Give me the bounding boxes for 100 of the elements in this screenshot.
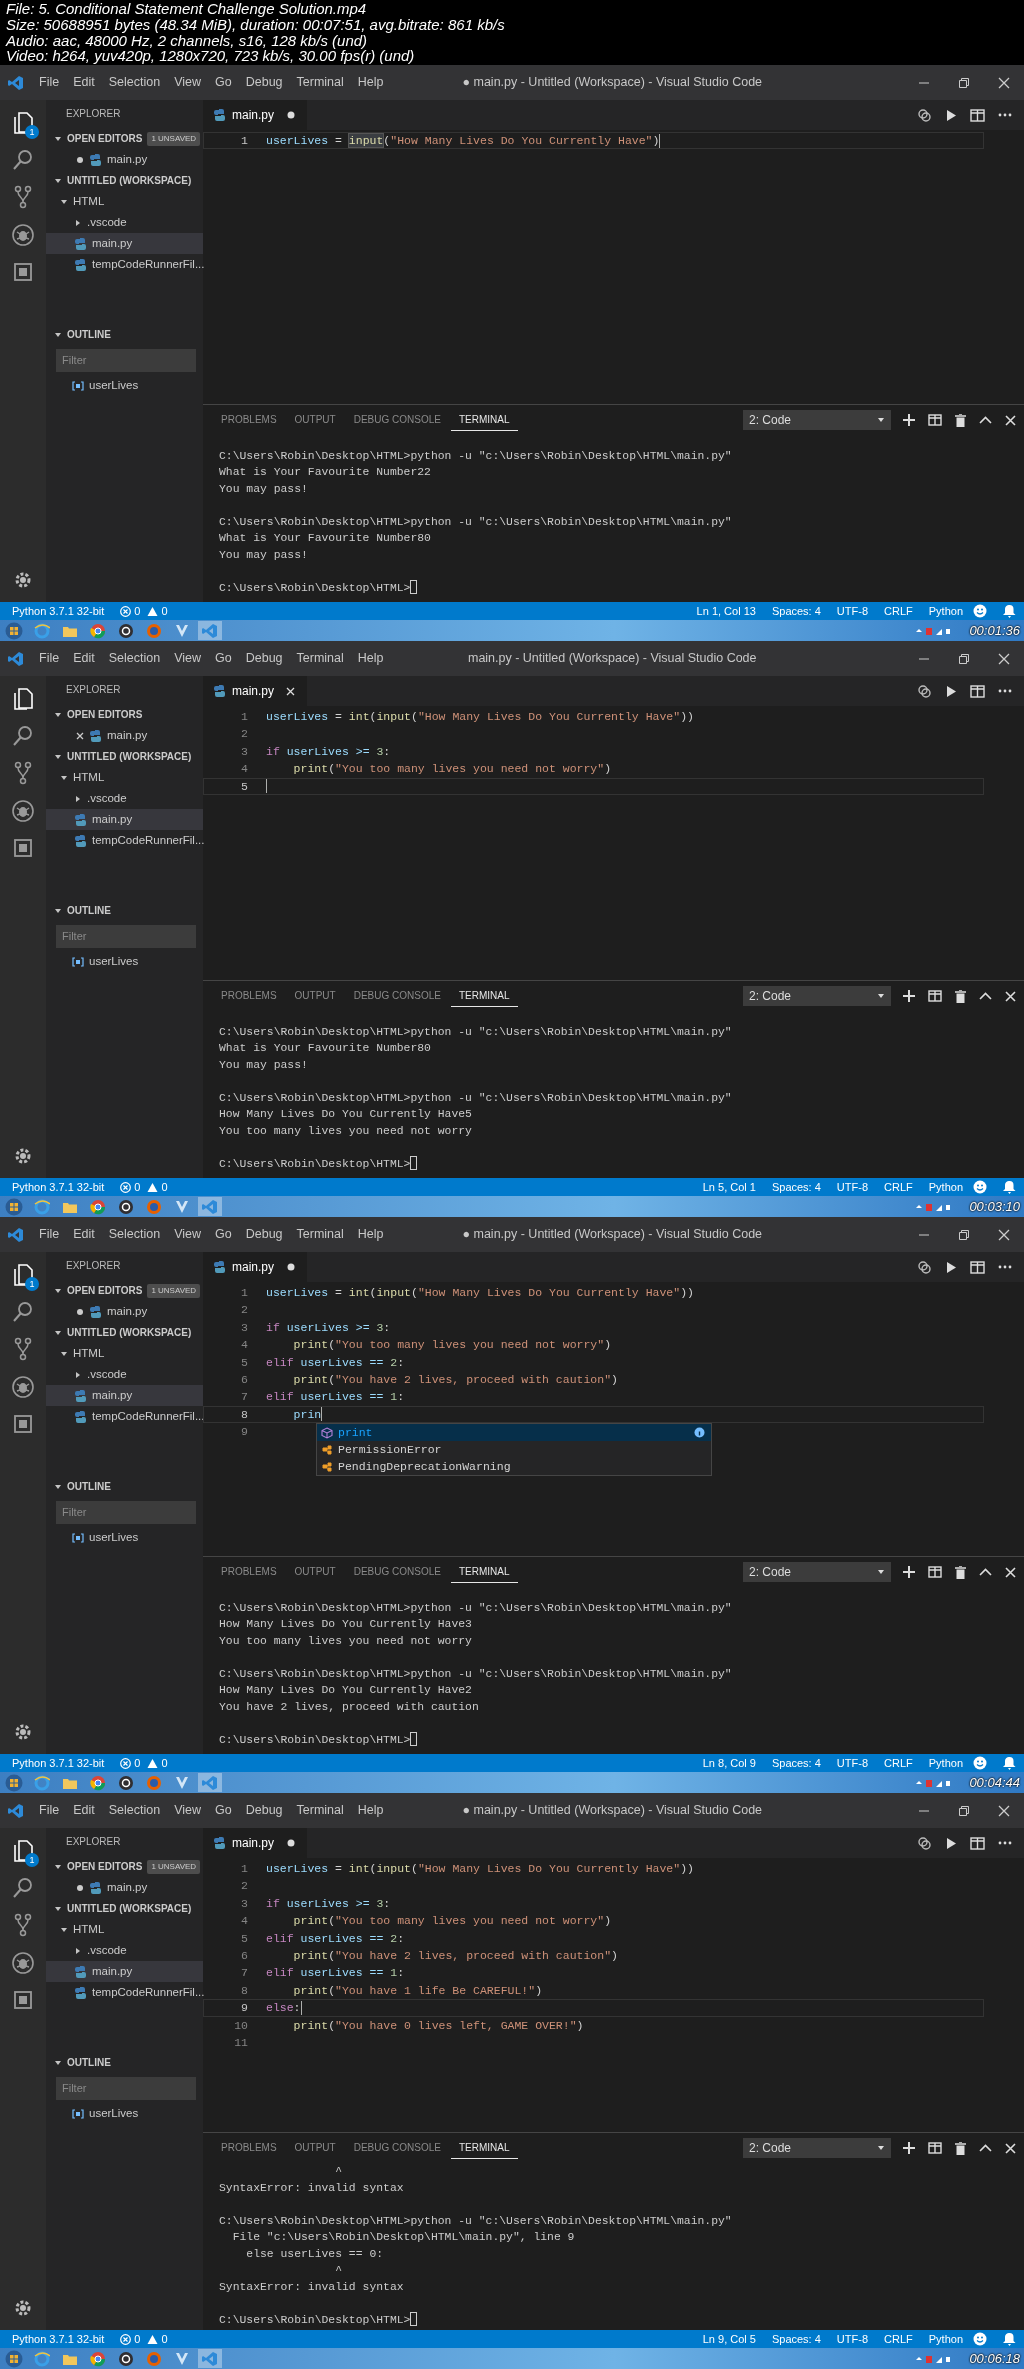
search-icon[interactable]	[12, 724, 34, 747]
problems-indicator[interactable]: 0 0	[114, 2330, 174, 2348]
run-icon[interactable]	[945, 1260, 957, 1274]
editor-tab[interactable]: main.py	[203, 1252, 307, 1282]
section-header[interactable]: OPEN EDITORS 1 UNSAVED	[46, 1856, 203, 1877]
recorder-icon[interactable]	[118, 1774, 134, 1791]
menu-item[interactable]: Help	[350, 1799, 391, 1822]
panel-tab[interactable]: TERMINAL	[450, 985, 518, 1007]
tree-item[interactable]: main.py	[46, 1961, 203, 1982]
panel-tab[interactable]: TERMINAL	[450, 1561, 518, 1583]
split-editor-icon[interactable]	[970, 1260, 985, 1274]
app-logo-icon[interactable]	[8, 1802, 24, 1819]
status-item[interactable]: Spaces: 4	[765, 2330, 827, 2348]
tree-item[interactable]: .vscode	[46, 1364, 203, 1385]
panel-tab[interactable]: TERMINAL	[450, 409, 518, 431]
app-icon[interactable]	[174, 2350, 190, 2367]
smiley-icon[interactable]	[973, 1180, 987, 1194]
editor-tab[interactable]: main.py	[203, 676, 307, 706]
app-logo-icon[interactable]	[8, 650, 24, 667]
menu-item[interactable]: Terminal	[289, 1223, 351, 1246]
chevron-up-icon[interactable]	[979, 1568, 992, 1576]
split-editor-icon[interactable]	[970, 684, 985, 698]
menu-item[interactable]: Terminal	[289, 71, 351, 94]
smiley-icon[interactable]	[973, 2332, 987, 2346]
tree-item[interactable]: .vscode	[46, 1940, 203, 1961]
restore-icon[interactable]	[958, 652, 970, 665]
status-item[interactable]: Ln 8, Col 9	[696, 1754, 762, 1772]
menu-item[interactable]: Selection	[101, 647, 168, 670]
panel-tab[interactable]: DEBUG CONSOLE	[345, 1561, 449, 1583]
more-icon[interactable]	[998, 1265, 1012, 1269]
section-header[interactable]: UNTITLED (WORKSPACE)	[46, 170, 203, 191]
editor-tab[interactable]: main.py	[203, 100, 307, 130]
close-icon[interactable]	[1005, 1566, 1016, 1578]
menu-item[interactable]: View	[167, 1223, 208, 1246]
status-item[interactable]: Python	[922, 602, 969, 620]
status-item[interactable]: Python	[922, 1178, 969, 1196]
files-icon[interactable]	[12, 686, 34, 711]
panel-tab[interactable]: DEBUG CONSOLE	[345, 985, 449, 1007]
tree-item[interactable]: HTML	[46, 1343, 203, 1364]
open-editor-item[interactable]: main.py	[46, 1301, 203, 1322]
terminal-select[interactable]: 2: Code	[743, 410, 891, 430]
open-editor-item[interactable]: main.py	[46, 149, 203, 170]
suggestion-item[interactable]: print	[317, 1424, 711, 1442]
restore-icon[interactable]	[958, 76, 970, 89]
section-header[interactable]: UNTITLED (WORKSPACE)	[46, 1322, 203, 1343]
settings-icon[interactable]	[13, 2298, 33, 2318]
section-header[interactable]: UNTITLED (WORKSPACE)	[46, 746, 203, 767]
terminal-select[interactable]: 2: Code	[743, 1562, 891, 1582]
close-icon[interactable]	[998, 1804, 1010, 1817]
smiley-icon[interactable]	[973, 604, 987, 618]
menu-item[interactable]: Help	[350, 647, 391, 670]
trash-icon[interactable]	[955, 989, 966, 1003]
status-item[interactable]: Ln 1, Col 13	[690, 602, 762, 620]
compare-icon[interactable]	[917, 107, 932, 123]
bug-icon[interactable]	[11, 222, 35, 247]
menu-item[interactable]: Help	[350, 71, 391, 94]
menu-item[interactable]: Selection	[101, 1223, 168, 1246]
interpreter-status[interactable]: Python 3.7.1 32-bit	[6, 1178, 111, 1196]
trash-icon[interactable]	[955, 413, 966, 427]
tree-item[interactable]: HTML	[46, 191, 203, 212]
tree-item[interactable]: .vscode	[46, 212, 203, 233]
extensions-icon[interactable]	[12, 1412, 34, 1435]
menu-item[interactable]: File	[32, 1223, 67, 1246]
branch-icon[interactable]	[12, 760, 34, 785]
trash-icon[interactable]	[955, 2141, 966, 2155]
panel-tab[interactable]: OUTPUT	[286, 2137, 344, 2159]
bug-icon[interactable]	[11, 1950, 35, 1975]
search-icon[interactable]	[12, 1300, 34, 1323]
tree-item[interactable]: HTML	[46, 1919, 203, 1940]
status-item[interactable]: UTF-8	[830, 1178, 874, 1196]
extensions-icon[interactable]	[12, 836, 34, 859]
files-icon[interactable]	[12, 110, 34, 135]
files-icon[interactable]	[12, 1838, 34, 1863]
bell-icon[interactable]	[1003, 2332, 1016, 2346]
browser-icon[interactable]	[90, 1774, 106, 1791]
run-icon[interactable]	[945, 108, 957, 122]
compare-icon[interactable]	[917, 1835, 932, 1851]
close-icon[interactable]	[998, 652, 1010, 665]
outline-item[interactable]: userLives	[46, 2103, 203, 2125]
menu-item[interactable]: View	[167, 71, 208, 94]
plus-icon[interactable]	[903, 2142, 915, 2154]
extensions-icon[interactable]	[12, 1988, 34, 2011]
menu-item[interactable]: Debug	[238, 71, 290, 94]
app-icon[interactable]	[174, 1774, 190, 1791]
menu-item[interactable]: Edit	[66, 647, 102, 670]
split-editor-icon[interactable]	[970, 1836, 985, 1850]
status-item[interactable]: CRLF	[878, 1178, 919, 1196]
panel-tab[interactable]: PROBLEMS	[213, 985, 285, 1007]
browser-icon[interactable]	[90, 2350, 106, 2367]
panel-tab[interactable]: DEBUG CONSOLE	[345, 409, 449, 431]
menu-item[interactable]: Debug	[238, 1799, 290, 1822]
interpreter-status[interactable]: Python 3.7.1 32-bit	[6, 1754, 111, 1772]
menu-item[interactable]: Debug	[238, 647, 290, 670]
status-item[interactable]: CRLF	[878, 602, 919, 620]
run-icon[interactable]	[945, 684, 957, 698]
browser-icon[interactable]	[90, 1198, 106, 1215]
settings-icon[interactable]	[13, 570, 33, 590]
info-icon[interactable]	[694, 1427, 705, 1439]
chevron-up-icon[interactable]	[979, 992, 992, 1000]
menu-item[interactable]: File	[32, 1799, 67, 1822]
